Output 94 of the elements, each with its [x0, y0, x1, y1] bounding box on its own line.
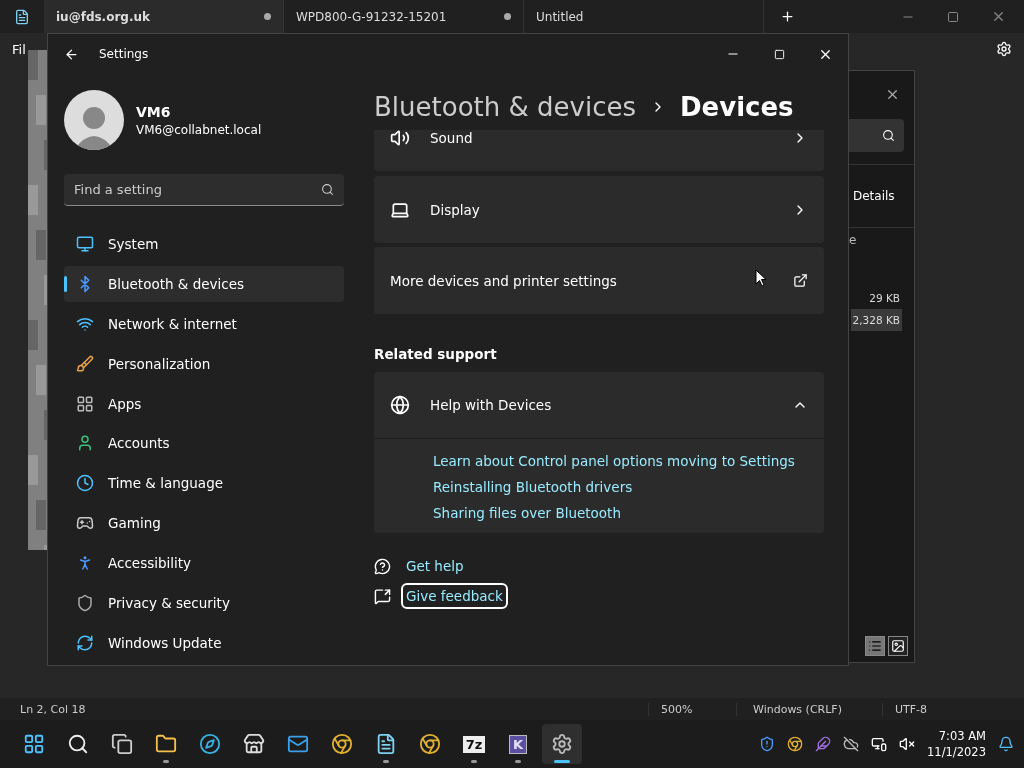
running-indicator — [471, 760, 477, 763]
user-email: VM6@collabnet.local — [136, 122, 262, 137]
nav-item[interactable]: Bluetooth & devices — [64, 265, 344, 302]
person-icon — [76, 434, 94, 453]
search-field[interactable] — [846, 119, 904, 152]
clock-time[interactable]: 7:03 AM — [938, 728, 986, 744]
new-tab-icon[interactable] — [780, 9, 795, 24]
running-indicator — [515, 760, 521, 763]
brush-icon — [76, 354, 94, 373]
page-title: Devices — [679, 92, 794, 122]
details-view-button[interactable] — [865, 636, 885, 656]
mail-icon — [287, 733, 309, 755]
taskbar-app[interactable] — [542, 724, 582, 764]
restore-icon[interactable] — [947, 10, 959, 23]
chrome-icon — [419, 733, 441, 755]
clock-date[interactable]: 11/1/2023 — [927, 744, 986, 760]
running-indicator — [383, 760, 389, 763]
avatar — [64, 90, 124, 150]
search-icon — [321, 182, 334, 196]
list-icon — [868, 639, 882, 653]
maximize-icon — [773, 48, 785, 60]
nav-item[interactable]: Gaming — [64, 505, 344, 542]
taskbar-app[interactable]: K — [498, 724, 538, 764]
nav-item[interactable]: Accounts — [64, 425, 344, 462]
breadcrumb-parent[interactable]: Bluetooth & devices — [374, 92, 636, 122]
nav-item[interactable]: Accessibility — [64, 545, 344, 582]
feather-icon[interactable] — [815, 736, 832, 752]
store-icon — [243, 733, 265, 755]
user-name: VM6 — [136, 103, 172, 120]
settings-icon — [551, 733, 573, 755]
refresh-icon — [76, 634, 94, 653]
help-icon — [374, 557, 391, 575]
running-indicator — [554, 760, 570, 763]
notification-icon[interactable] — [998, 736, 1014, 752]
start-icon — [23, 733, 45, 755]
cloud-off-icon[interactable] — [843, 736, 860, 752]
close-icon[interactable] — [991, 9, 1006, 24]
settings-card[interactable]: Display — [374, 176, 824, 243]
feedback-icon — [374, 587, 391, 605]
file-size-cell[interactable]: 2,328 KB — [850, 309, 902, 331]
footer-link[interactable]: Give feedback — [403, 585, 506, 607]
window-title: Settings — [99, 47, 149, 61]
task-view-icon — [111, 733, 133, 755]
status-text: 500% — [648, 702, 736, 716]
network-icon[interactable] — [871, 736, 888, 752]
tab[interactable]: iu@fds.org.uk — [44, 0, 284, 33]
mute-icon[interactable] — [899, 736, 916, 752]
help-link[interactable]: Reinstalling Bluetooth drivers — [433, 479, 633, 495]
taskbar-app[interactable]: 7z — [454, 724, 494, 764]
footer-link[interactable]: Get help — [403, 555, 467, 577]
nav-item[interactable]: Personalization — [64, 345, 344, 382]
shield-icon — [76, 594, 94, 613]
nav-item[interactable]: Apps — [64, 385, 344, 422]
nav-item[interactable]: System — [64, 225, 344, 262]
browser-icon — [199, 733, 221, 755]
cursor-icon — [755, 269, 767, 287]
expander-header[interactable]: Help with Devices — [374, 372, 824, 439]
globe-icon — [390, 395, 410, 415]
chrome-icon[interactable] — [787, 736, 804, 752]
monitor-icon — [76, 234, 94, 253]
status-text: Windows (CRLF) — [736, 702, 882, 716]
menu-item[interactable]: Fil — [12, 41, 26, 57]
help-link[interactable]: Sharing files over Bluetooth — [433, 505, 621, 521]
app-logo: 7z — [462, 735, 486, 753]
help-link[interactable]: Learn about Control panel options moving to Settings — [433, 453, 795, 469]
section-heading: Related support — [374, 346, 498, 362]
external-link-icon — [793, 273, 808, 288]
search-icon — [882, 129, 895, 142]
app-logo: K — [508, 734, 528, 754]
shield-warning-icon[interactable] — [759, 736, 776, 752]
apps-grid-icon — [76, 394, 94, 413]
running-indicator — [163, 760, 169, 763]
status-text: UTF-8 — [882, 702, 982, 716]
image-icon — [891, 639, 905, 653]
nav-item[interactable]: Time & language — [64, 465, 344, 502]
file-size-cell[interactable]: 29 KB — [867, 287, 902, 309]
nav-item[interactable]: Network & internet — [64, 305, 344, 342]
nav-item[interactable]: Privacy & security — [64, 585, 344, 622]
notepad-icon — [14, 8, 30, 25]
status-text: Ln 2, Col 18 — [19, 702, 87, 716]
column-header[interactable]: e — [849, 233, 857, 247]
settings-card[interactable]: More devices and printer settings — [374, 247, 824, 314]
nav-item[interactable]: Windows Update — [64, 625, 344, 662]
search-icon — [67, 733, 89, 755]
preview-view-button[interactable] — [888, 636, 908, 656]
search-field[interactable]: Find a setting — [64, 174, 344, 206]
notepad-icon — [375, 733, 397, 755]
settings-card[interactable]: Sound — [374, 130, 824, 171]
folder-icon — [155, 733, 177, 755]
speaker-icon — [390, 130, 410, 148]
back-icon[interactable] — [64, 46, 79, 62]
view-button[interactable]: Details — [853, 189, 895, 203]
settings-icon[interactable] — [996, 41, 1012, 57]
chrome-icon — [331, 733, 353, 755]
